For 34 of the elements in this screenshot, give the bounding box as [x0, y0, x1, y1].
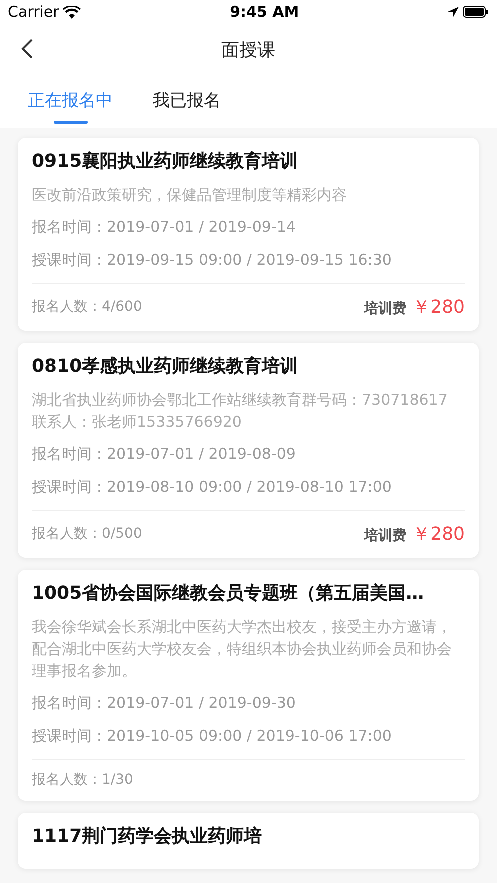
back-button[interactable] [20, 38, 34, 60]
fee-price: ￥280 [412, 523, 465, 547]
course-title: 0915襄阳执业药师继续教育培训 [32, 150, 300, 174]
class-time: 授课时间：2019-10-05 09:00 / 2019-10-06 17:00 [32, 726, 393, 747]
back-icon [20, 38, 34, 60]
course-description: 湖北省执业药师协会鄂北工作站继续教育群号码：730718617 联系人：张老师15335766920 [32, 390, 449, 433]
page-title: 面授课 [222, 38, 276, 62]
signup-time: 报名时间：2019-07-01 / 2019-08-09 [32, 444, 297, 465]
enrolled-count: 报名人数：4/600 [32, 298, 142, 317]
location-icon [448, 6, 459, 18]
clock-text: 9:45 AM [230, 2, 300, 23]
wifi-icon [63, 6, 82, 18]
course-description: 医改前沿政策研究，保健品管理制度等精彩内容 [32, 185, 348, 206]
course-title: 0810孝感执业药师继续教育培训 [32, 355, 300, 379]
course-card[interactable]: 1005省协会国际继教会员专题班（第五届美国… 我会徐华斌会长系湖北中医药大学杰出校友，接受主办方邀请，配合湖北中医药大学校友会，特组织本协会执业药师会员和协会理事报名参加。 报名时间：2019-07-01 / 2019-09-30 授课时间：2019-10-05 09:00 / 2019-10-06 17:00 报名人数：1/30 [18, 570, 479, 801]
tab[interactable]: 我已报名 [153, 76, 221, 128]
carrier-text: Carrier [8, 2, 60, 23]
fee-label: 培训费 [364, 526, 407, 546]
course-title: 1117荆门药学会执业药师培 [32, 825, 264, 849]
signup-time: 报名时间：2019-07-01 / 2019-09-14 [32, 217, 297, 238]
tab[interactable]: 正在报名中 [28, 76, 113, 128]
fee-price: ￥280 [412, 296, 465, 320]
class-time: 授课时间：2019-08-10 09:00 / 2019-08-10 17:00 [32, 477, 393, 498]
course-title: 1005省协会国际继教会员专题班（第五届美国… [32, 582, 426, 606]
enrolled-count: 报名人数：1/30 [32, 771, 134, 790]
course-card[interactable]: 1117荆门药学会执业药师培 [18, 813, 479, 869]
signup-time: 报名时间：2019-07-01 / 2019-09-30 [32, 693, 297, 714]
course-description: 我会徐华斌会长系湖北中医药大学杰出校友，接受主办方邀请，配合湖北中医药大学校友会，特组织本协会执业药师会员和协会理事报名参加。 [32, 617, 453, 682]
battery-icon [462, 6, 489, 18]
class-time: 授课时间：2019-09-15 09:00 / 2019-09-15 16:30 [32, 250, 393, 271]
course-card[interactable]: 0810孝感执业药师继续教育培训 湖北省执业药师协会鄂北工作站继续教育群号码：730718617 联系人：张老师15335766920 报名时间：2019-07-01 / 2019-08-09 授课时间：2019-08-10 09:00 / 2019-08-10 17:00 报名人数：0/500 培训费 ￥280 [18, 343, 479, 558]
fee-label: 培训费 [364, 300, 407, 319]
enrolled-count: 报名人数：0/500 [32, 525, 142, 544]
course-card[interactable]: 0915襄阳执业药师继续教育培训 医改前沿政策研究，保健品管理制度等精彩内容 报名时间：2019-07-01 / 2019-09-14 授课时间：2019-09-15 09:00 / 2019-09-15 16:30 报名人数：4/600 培训费 ￥280 [18, 138, 479, 331]
